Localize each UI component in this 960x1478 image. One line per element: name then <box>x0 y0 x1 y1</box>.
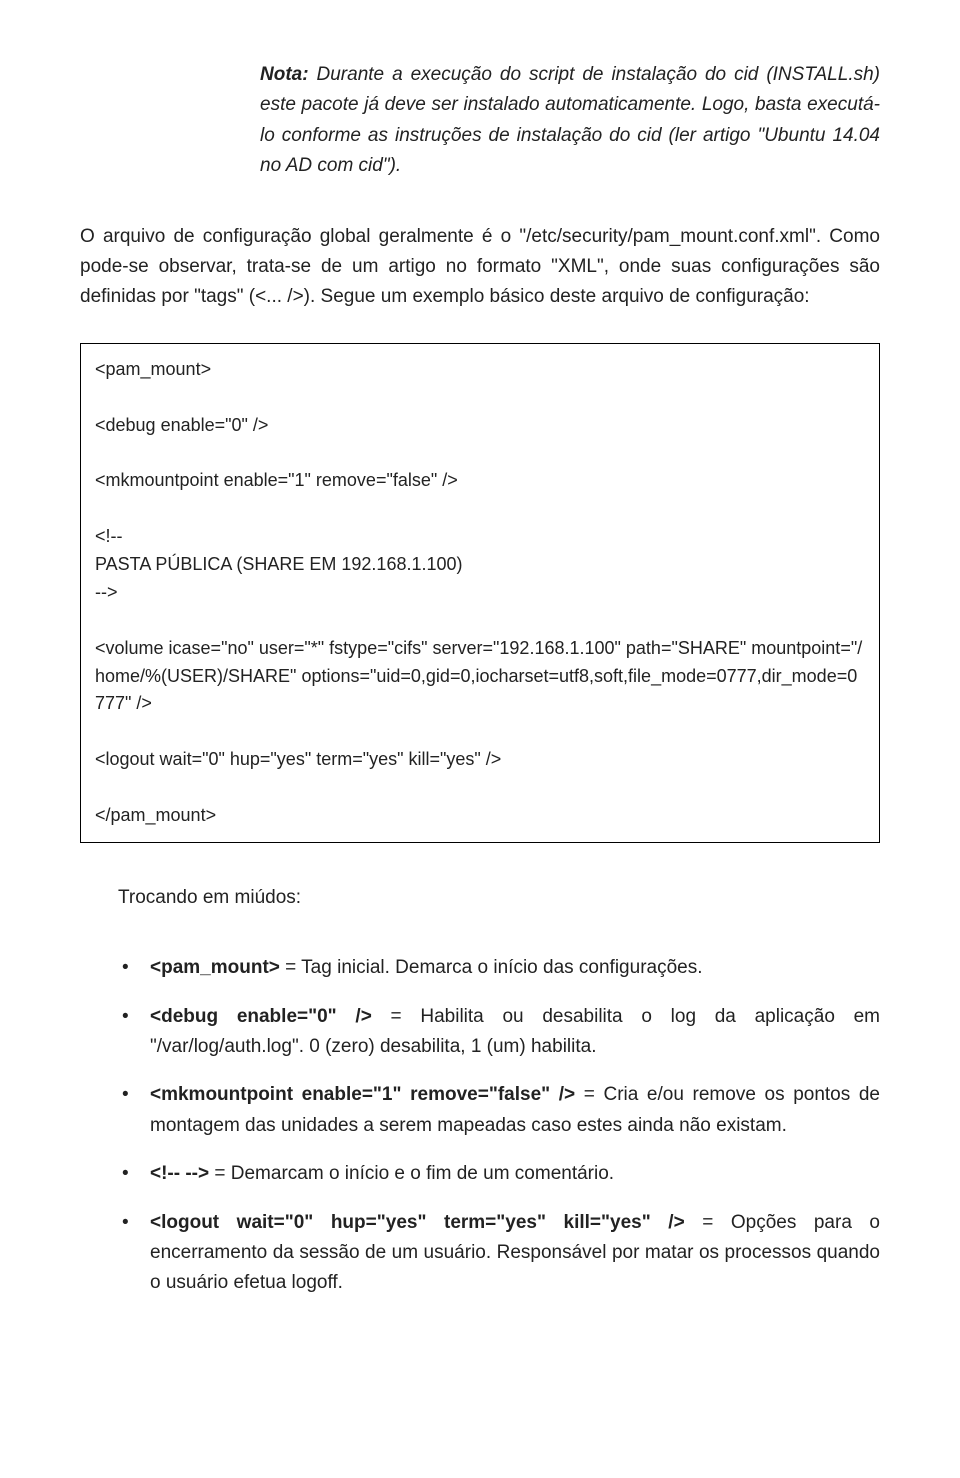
bullet-bold: <!-- --> <box>150 1163 209 1184</box>
list-item: <pam_mount> = Tag inicial. Demarca o iní… <box>122 953 880 983</box>
bullet-bold: <mkmountpoint enable="1" remove="false" … <box>150 1084 575 1105</box>
list-item: <logout wait="0" hup="yes" term="yes" ki… <box>122 1208 880 1299</box>
paragraph-1-text: O arquivo de configuração global geralme… <box>80 226 880 308</box>
list-item: <debug enable="0" /> = Habilita ou desab… <box>122 1002 880 1063</box>
note-paragraph: Nota: Durante a execução do script de in… <box>260 60 880 182</box>
list-item: <mkmountpoint enable="1" remove="false" … <box>122 1080 880 1141</box>
note-label: Nota: <box>260 64 309 85</box>
bullet-rest: = Tag inicial. Demarca o início das conf… <box>280 957 703 978</box>
bullet-bold: <debug enable="0" /> <box>150 1006 372 1027</box>
paragraph-1: O arquivo de configuração global geralme… <box>80 222 880 313</box>
section-title: Trocando em miúdos: <box>118 883 880 913</box>
list-item: <!-- --> = Demarcam o início e o fim de … <box>122 1159 880 1189</box>
bullet-bold: <logout wait="0" hup="yes" term="yes" ki… <box>150 1212 685 1233</box>
bullet-list: <pam_mount> = Tag inicial. Demarca o iní… <box>122 953 880 1299</box>
bullet-rest: = Demarcam o início e o fim de um coment… <box>209 1163 614 1184</box>
code-example: <pam_mount> <debug enable="0" /> <mkmoun… <box>80 343 880 843</box>
note-text: Durante a execução do script de instalaç… <box>260 64 880 176</box>
bullet-bold: <pam_mount> <box>150 957 280 978</box>
